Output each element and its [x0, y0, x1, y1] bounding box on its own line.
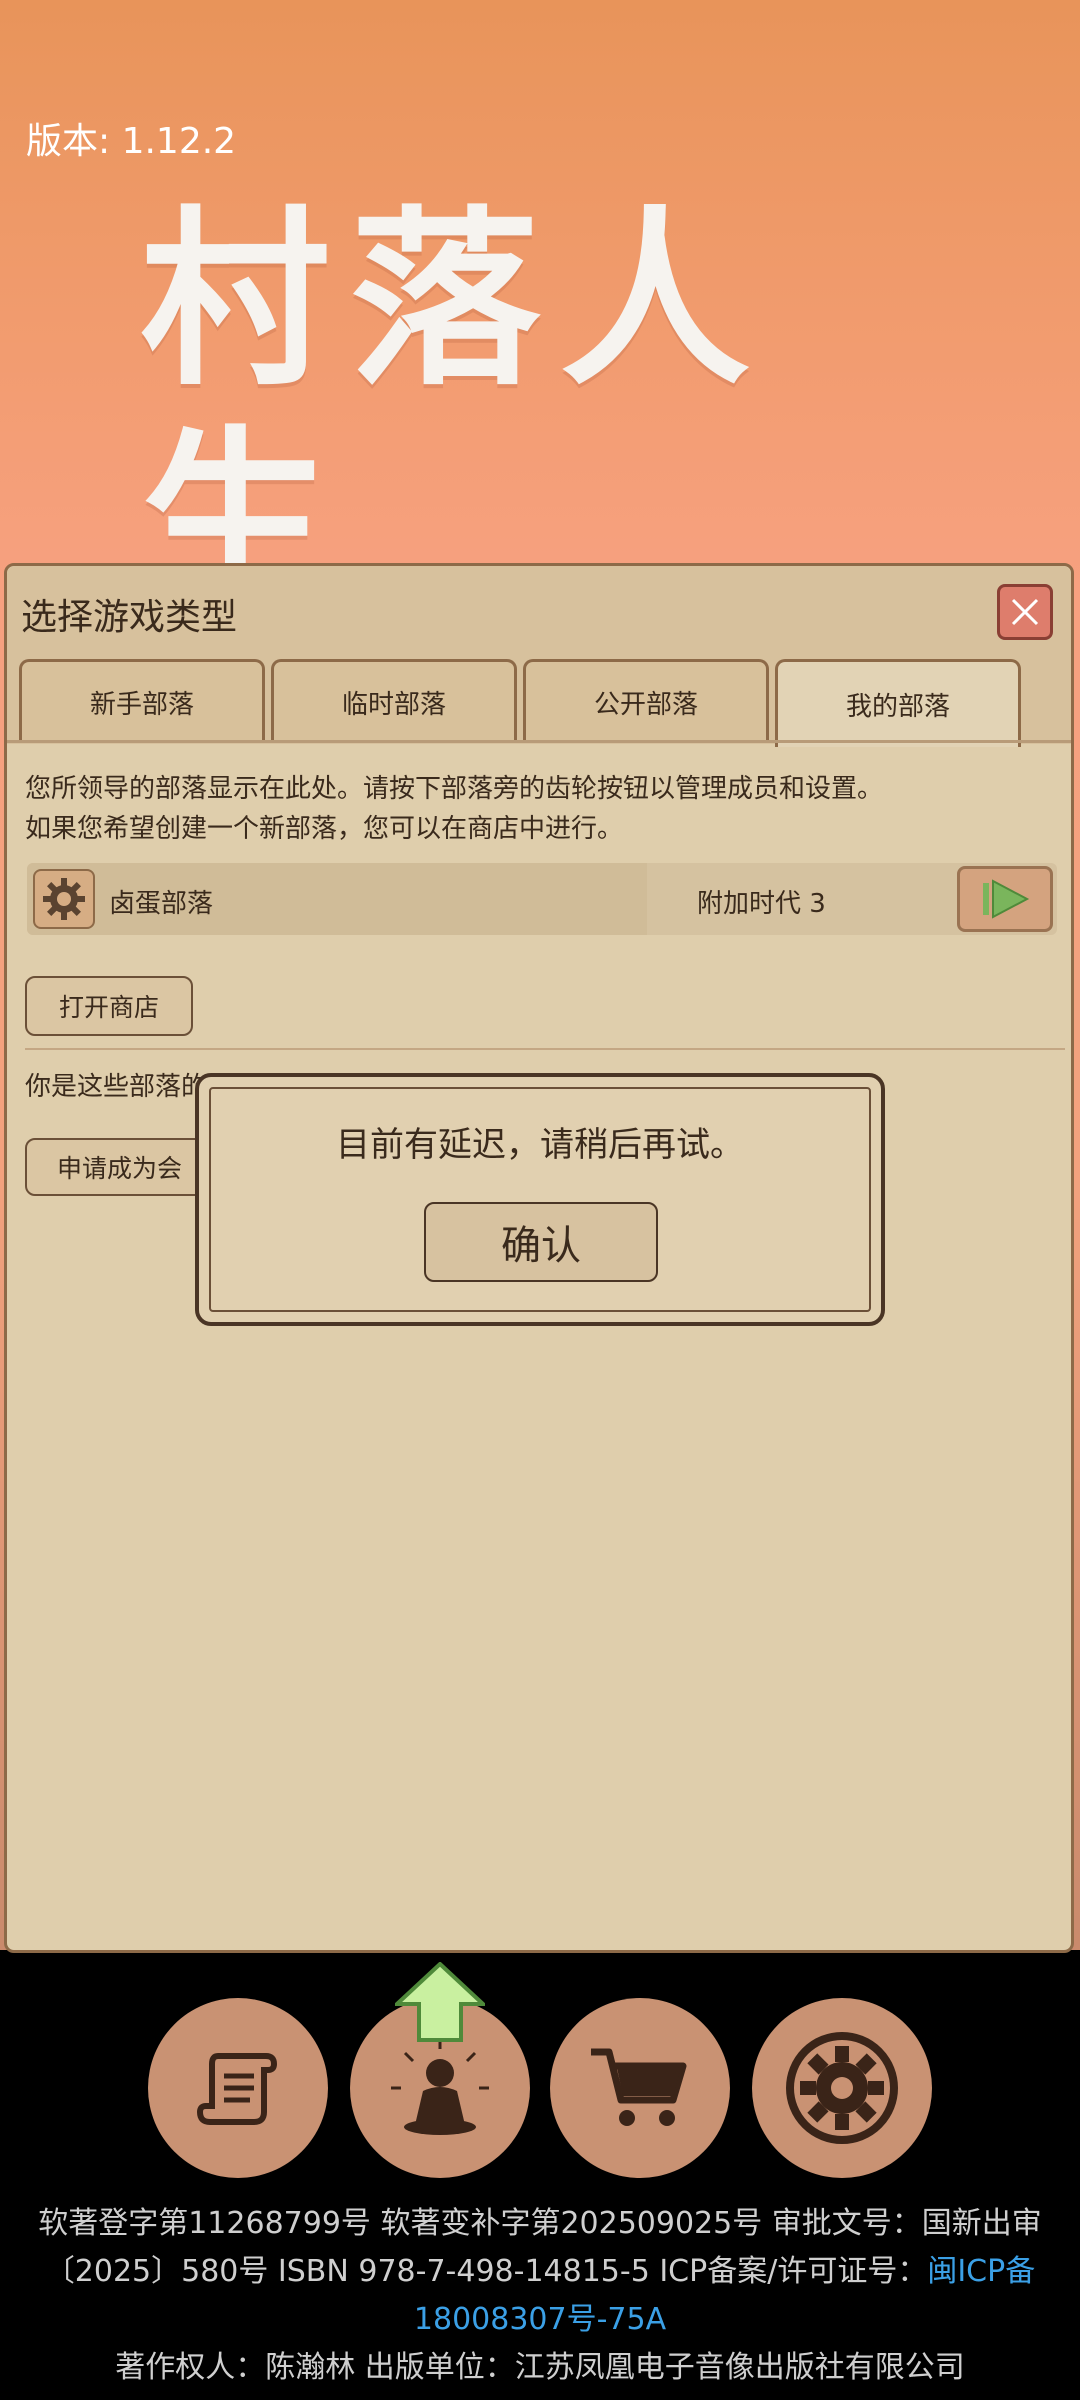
game-logo: 村落人生	[140, 188, 771, 631]
footer-line-2-text: 〔2025〕580号 ISBN 978-7-498-14815-5 ICP备案/…	[44, 2254, 928, 2289]
tribe-era: 附加时代 3	[697, 889, 826, 919]
tab-my-tribe[interactable]: 我的部落	[775, 659, 1021, 747]
gear-icon	[43, 878, 85, 920]
copyright-footer: 软著登字第11268799号 软著变补字第202509025号 审批文号：国新出…	[0, 2200, 1080, 2392]
icp-link-number[interactable]: 18008307号-75A	[0, 2296, 1080, 2344]
tribe-settings-button[interactable]	[33, 869, 95, 929]
description-line-2: 如果您希望创建一个新部落，您可以在商店中进行。	[25, 814, 624, 844]
tab-public-tribe[interactable]: 公开部落	[523, 659, 769, 743]
alert-message: 目前有延迟，请稍后再试。	[336, 1125, 744, 1165]
close-button[interactable]	[997, 584, 1053, 640]
settings-button[interactable]	[752, 1998, 932, 2178]
gear-icon	[786, 2032, 898, 2144]
dialog-header: 选择游戏类型 新手部落 临时部落 公开部落 我的部落	[7, 566, 1071, 747]
icp-link[interactable]: 闽ICP备	[927, 2254, 1035, 2289]
dialog-title: 选择游戏类型	[21, 597, 238, 638]
shop-cart-button[interactable]	[550, 1998, 730, 2178]
meditation-icon	[391, 2039, 489, 2135]
footer-line-2: 〔2025〕580号 ISBN 978-7-498-14815-5 ICP备案/…	[0, 2248, 1080, 2296]
tab-newbie-tribe[interactable]: 新手部落	[19, 659, 265, 743]
tribe-row: 卤蛋部落 附加时代 3	[27, 863, 1057, 935]
play-icon	[983, 879, 1030, 919]
tab-temporary-tribe[interactable]: 临时部落	[271, 659, 517, 743]
version-label: 版本: 1.12.2	[26, 121, 237, 162]
cart-icon	[591, 2048, 687, 2126]
tribe-description: 您所领导的部落显示在此处。请按下部落旁的齿轮按钮以管理成员和设置。 如果您希望创…	[25, 769, 883, 849]
confirm-button[interactable]: 确认	[424, 1202, 658, 1282]
delay-alert-modal: 目前有延迟，请稍后再试。 确认	[195, 1073, 885, 1326]
description-line-1: 您所领导的部落显示在此处。请按下部落旁的齿轮按钮以管理成员和设置。	[25, 774, 884, 804]
close-icon	[1011, 598, 1039, 626]
footer-line-4: 著作权人：陈瀚林 出版单位：江苏凤凰电子音像出版社有限公司	[115, 2350, 965, 2385]
footer-line-1: 软著登字第11268799号 软著变补字第202509025号 审批文号：国新出…	[38, 2206, 1042, 2241]
open-shop-button[interactable]: 打开商店	[25, 976, 193, 1036]
upgrade-arrow-icon	[391, 1961, 489, 2046]
enter-tribe-button[interactable]	[957, 866, 1053, 932]
tribe-name: 卤蛋部落	[109, 889, 214, 919]
member-tribes-label: 你是这些部落的	[25, 1072, 208, 1102]
section-divider	[25, 1048, 1065, 1050]
tab-divider	[7, 740, 1071, 743]
scroll-button[interactable]	[148, 1998, 328, 2178]
scroll-icon	[196, 2053, 278, 2125]
